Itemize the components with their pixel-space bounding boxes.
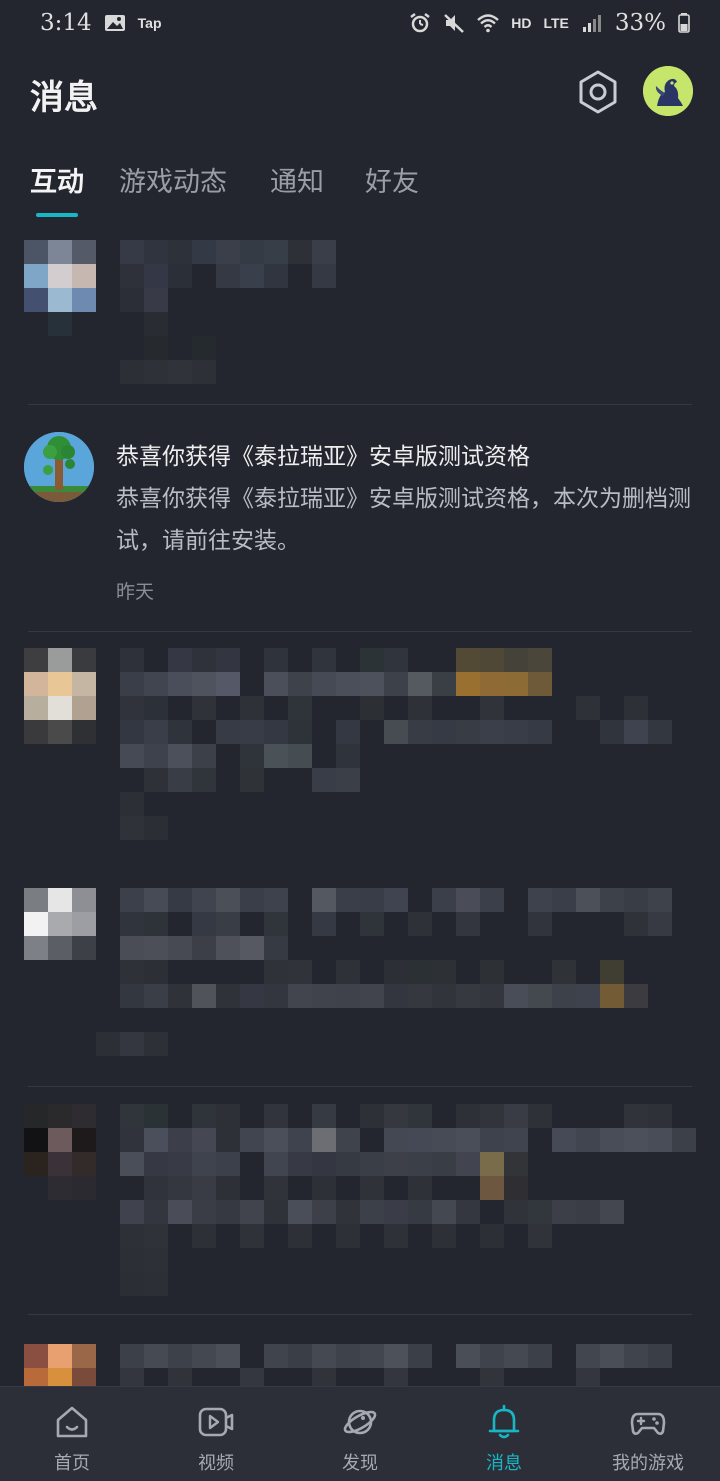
nav-label-video: 视频 xyxy=(198,1453,234,1474)
signal-icon xyxy=(582,15,601,32)
taptap-status-icon: Tap xyxy=(137,15,162,31)
message-body[interactable]: 恭喜你获得《泰拉瑞亚》安卓版测试资格，本次为删档测试，请前往安装。 xyxy=(116,478,696,562)
wifi-icon xyxy=(477,14,500,33)
status-bar: 3:14 Tap HD LTE 33% xyxy=(0,0,720,46)
avatar[interactable] xyxy=(643,66,693,116)
nav-discover[interactable]: 发现 xyxy=(288,1387,432,1481)
message-avatar[interactable] xyxy=(24,432,94,502)
pixelated-message-1[interactable] xyxy=(120,240,336,384)
list-divider xyxy=(28,404,692,405)
tab-game-updates[interactable]: 游戏动态 xyxy=(119,160,227,199)
pixelated-avatar-6[interactable] xyxy=(24,1344,96,1386)
gallery-icon xyxy=(104,15,125,31)
message-title[interactable]: 恭喜你获得《泰拉瑞亚》安卓版测试资格 xyxy=(116,437,696,471)
nav-label-discover: 发现 xyxy=(342,1453,378,1474)
bell-icon xyxy=(488,1404,520,1439)
bottom-navigation: 首页 视频 发现 消息 我的游戏 xyxy=(0,1386,720,1481)
tab-interaction[interactable]: 互动 xyxy=(30,160,84,199)
alarm-icon xyxy=(410,13,430,33)
battery-icon xyxy=(678,13,690,33)
message-time: 昨天 xyxy=(116,581,155,603)
list-divider xyxy=(28,631,692,632)
nav-label-my-games: 我的游戏 xyxy=(612,1453,684,1474)
app-header: 消息 xyxy=(0,56,720,128)
status-time: 3:14 xyxy=(40,10,92,36)
pixelated-message-4[interactable] xyxy=(96,888,672,1056)
message-tabs: 互动 游戏动态 通知 好友 xyxy=(0,150,720,220)
active-tab-indicator xyxy=(36,213,78,217)
gamepad-icon xyxy=(630,1412,666,1435)
pixelated-message-3[interactable] xyxy=(120,648,696,840)
nav-label-home: 首页 xyxy=(54,1453,90,1474)
tab-friends[interactable]: 好友 xyxy=(365,160,419,199)
nav-video[interactable]: 视频 xyxy=(144,1387,288,1481)
pixelated-avatar-1[interactable] xyxy=(24,240,96,336)
battery-percent: 33% xyxy=(614,10,666,36)
nav-label-messages: 消息 xyxy=(486,1453,522,1474)
settings-icon[interactable] xyxy=(574,68,622,116)
hd-indicator: HD xyxy=(511,15,532,31)
planet-icon xyxy=(343,1409,377,1435)
mute-icon xyxy=(444,14,465,33)
pixelated-avatar-3[interactable] xyxy=(24,648,96,744)
lte-indicator: LTE xyxy=(543,15,569,31)
pixelated-message-5[interactable] xyxy=(120,1104,696,1296)
terraria-tree-icon xyxy=(24,432,94,502)
list-divider xyxy=(28,1086,692,1087)
home-icon xyxy=(56,1406,88,1438)
nav-home[interactable]: 首页 xyxy=(0,1387,144,1481)
page-title: 消息 xyxy=(30,78,98,118)
pixelated-message-6[interactable] xyxy=(120,1344,696,1386)
tab-notifications[interactable]: 通知 xyxy=(270,160,324,199)
pixelated-avatar-4[interactable] xyxy=(24,888,96,960)
pixelated-avatar-5[interactable] xyxy=(24,1104,96,1200)
nav-messages[interactable]: 消息 xyxy=(432,1387,576,1481)
video-icon xyxy=(198,1407,234,1437)
nav-my-games[interactable]: 我的游戏 xyxy=(576,1387,720,1481)
list-divider xyxy=(28,1314,692,1315)
avatar-dragon-icon xyxy=(643,66,693,116)
